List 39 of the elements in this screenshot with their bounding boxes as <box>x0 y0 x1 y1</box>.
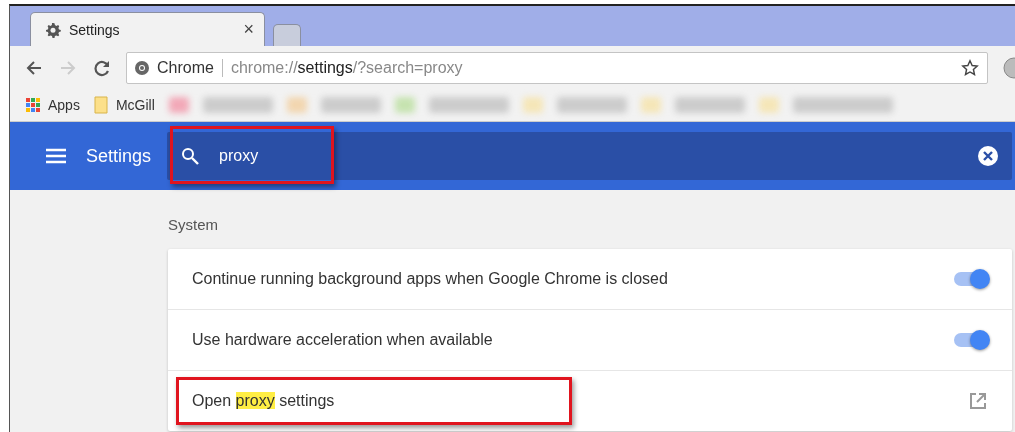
blurred-bookmark <box>522 97 543 113</box>
blurred-bookmark <box>556 97 627 113</box>
blurred-bookmark <box>758 97 779 113</box>
blurred-bookmark <box>674 97 745 113</box>
star-icon[interactable] <box>961 58 979 77</box>
chrome-logo-icon <box>135 60 149 75</box>
setting-label: Open proxy settings <box>192 392 336 410</box>
section-title: System <box>168 216 219 233</box>
url-text: chrome://settings/?search=proxy <box>230 58 464 77</box>
blurred-bookmark <box>168 97 189 113</box>
gear-icon[interactable] <box>45 21 61 38</box>
blurred-bookmark <box>202 97 273 113</box>
setting-label: Use hardware acceleration when available <box>192 331 494 349</box>
setting-row[interactable]: Open proxy settings <box>168 370 1012 431</box>
bookmark[interactable]: McGill <box>93 96 155 114</box>
clear-search-icon[interactable] <box>978 146 998 166</box>
search-field[interactable]: proxy <box>167 132 1012 180</box>
address-bar[interactable]: Chrome chrome://settings/?search=proxy <box>126 51 988 84</box>
bookmark[interactable]: Apps <box>26 97 80 113</box>
external-link-icon[interactable] <box>968 391 988 411</box>
blurred-bookmark <box>640 97 661 113</box>
site-label: Chrome <box>157 58 214 77</box>
toggle-switch[interactable] <box>954 333 988 347</box>
folder-icon <box>93 96 108 114</box>
browser-tab[interactable]: Settings × <box>30 12 265 46</box>
blurred-bookmark <box>394 97 415 113</box>
tab-title: Settings <box>69 21 121 38</box>
apps-grid-icon <box>26 98 40 112</box>
blurred-bookmark <box>286 97 307 113</box>
setting-row[interactable]: Continue running background apps when Google Chrome is closed <box>168 249 1012 309</box>
extension-icon[interactable] <box>1002 56 1015 79</box>
blurred-bookmark <box>320 97 381 113</box>
menu-icon[interactable] <box>46 148 66 164</box>
search-icon <box>181 147 200 165</box>
setting-label: Continue running background apps when Google Chrome is closed <box>192 270 669 288</box>
tab-close-button[interactable]: × <box>243 19 254 40</box>
setting-row[interactable]: Use hardware acceleration when available <box>168 309 1012 370</box>
toggle-switch[interactable] <box>954 272 988 286</box>
page-title: Settings <box>86 145 152 167</box>
